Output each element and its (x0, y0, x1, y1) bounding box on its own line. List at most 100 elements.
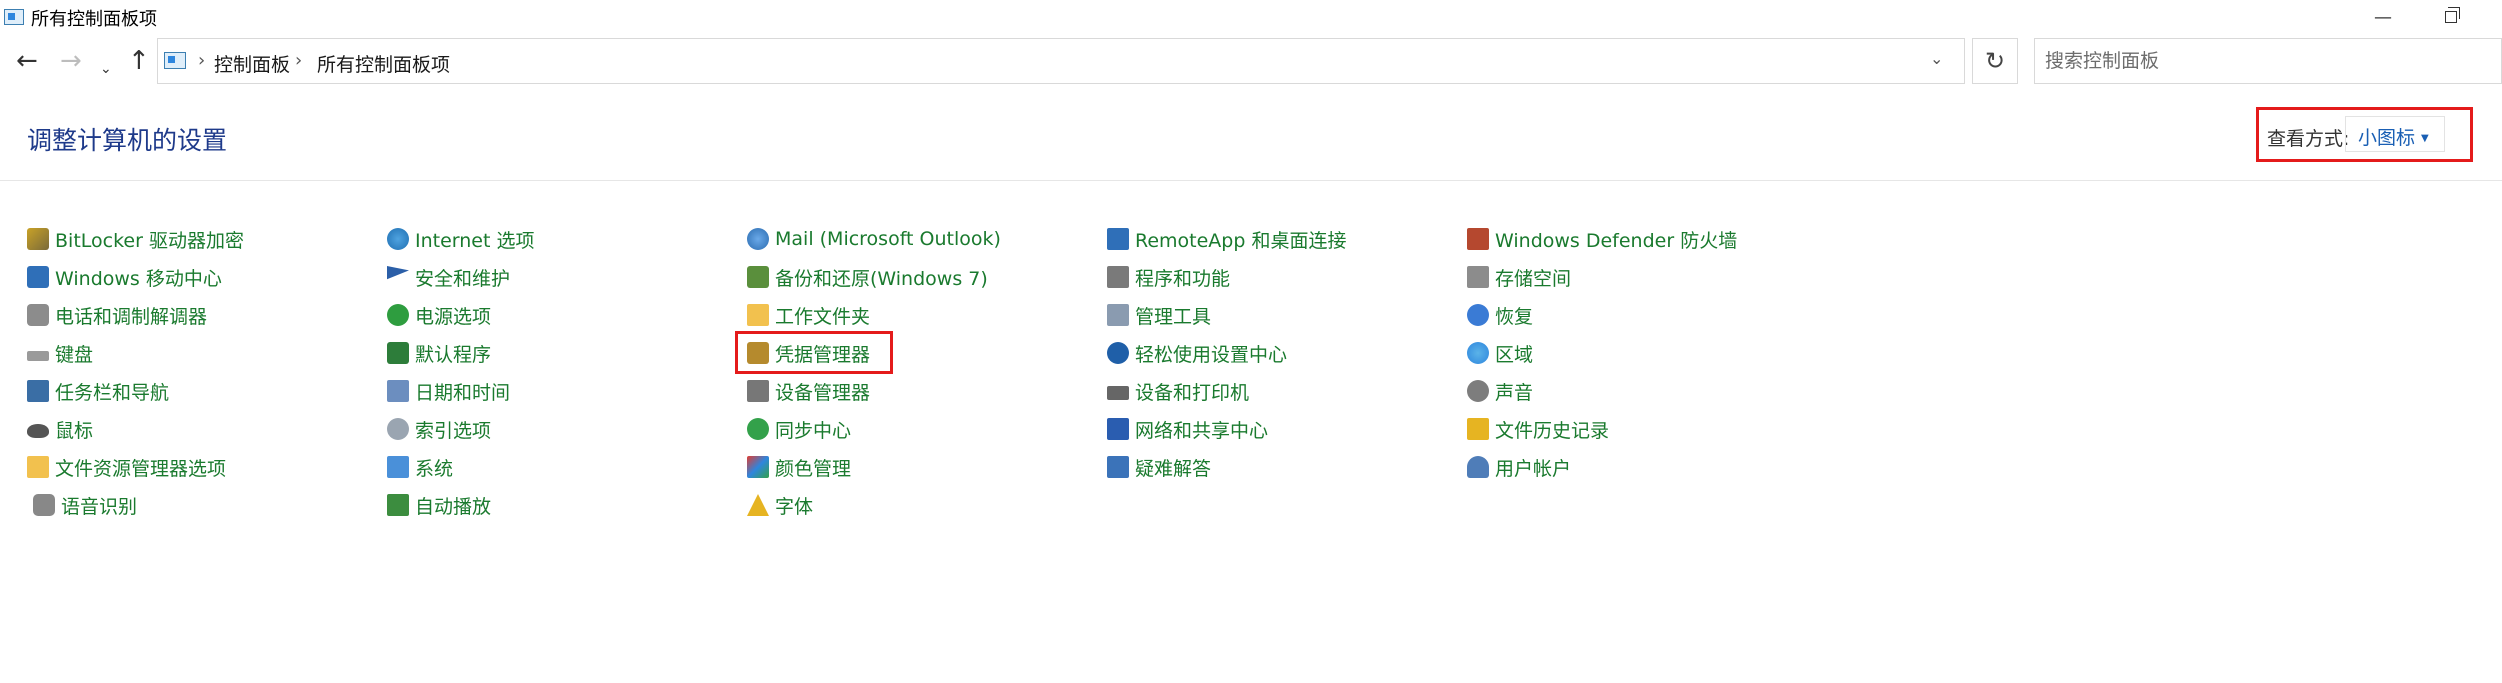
admin-tools-icon (1107, 304, 1129, 326)
view-by-dropdown[interactable]: 小图标 ▼ (2345, 116, 2445, 152)
control-panel-item-label: 恢复 (1495, 305, 1534, 328)
control-panel-item-label: Mail (Microsoft Outlook) (775, 228, 1001, 250)
control-panel-item[interactable]: Windows Defender 防火墙 (1467, 224, 1737, 254)
color-management-icon (747, 456, 769, 478)
control-panel-item-label: 电源选项 (415, 305, 492, 328)
control-panel-item[interactable]: 默认程序 (387, 338, 491, 368)
date-time-icon (387, 380, 409, 402)
control-panel-item[interactable]: 鼠标 (27, 414, 93, 444)
autoplay-icon (387, 494, 409, 516)
control-panel-item[interactable]: 备份和还原(Windows 7) (747, 262, 988, 292)
programs-features-icon (1107, 266, 1129, 288)
restore-icon (2445, 7, 2460, 23)
control-panel-item-label: 电话和调制解调器 (55, 305, 208, 328)
control-panel-item[interactable]: 电源选项 (387, 300, 491, 330)
caret-down-icon: ▼ (2421, 133, 2429, 144)
control-panel-item-label: 疑难解答 (1135, 457, 1212, 480)
control-panel-item-label: 网络和共享中心 (1135, 419, 1269, 442)
search-input[interactable] (2045, 49, 2485, 73)
control-panel-item[interactable]: 安全和维护 (387, 262, 510, 292)
control-panel-item[interactable]: 设备和打印机 (1107, 376, 1249, 406)
control-panel-item[interactable]: 键盘 (27, 338, 93, 368)
control-panel-item-label: 系统 (415, 457, 454, 480)
control-panel-item[interactable]: 字体 (747, 490, 813, 520)
breadcrumb-all-items[interactable]: 所有控制面板项 (317, 50, 450, 77)
firewall-icon (1467, 228, 1489, 250)
control-panel-item[interactable]: 设备管理器 (747, 376, 870, 406)
control-panel-item-label: Windows 移动中心 (55, 267, 222, 290)
control-panel-item-label: 管理工具 (1135, 305, 1212, 328)
forward-button[interactable]: → (60, 46, 82, 76)
control-panel-item[interactable]: 文件资源管理器选项 (27, 452, 226, 482)
control-panel-item-label: 默认程序 (415, 343, 492, 366)
folder-options-icon (27, 456, 49, 478)
search-box[interactable] (2034, 38, 2502, 84)
control-panel-item-label: 设备管理器 (775, 381, 871, 404)
up-button[interactable]: ↑ (128, 46, 150, 76)
control-panel-item-label: 日期和时间 (415, 381, 511, 404)
view-by-highlight: 查看方式: 小图标 ▼ (2256, 107, 2473, 162)
control-panel-item[interactable]: 电话和调制解调器 (27, 300, 207, 330)
control-panel-item-label: 存储空间 (1495, 267, 1572, 290)
keyboard-icon (27, 351, 49, 361)
remoteapp-icon (1107, 228, 1129, 250)
control-panel-item[interactable]: 自动播放 (387, 490, 491, 520)
control-panel-item[interactable]: Mail (Microsoft Outlook) (747, 224, 1001, 254)
chevron-right-icon[interactable]: › (198, 50, 205, 71)
control-panel-item[interactable]: 轻松使用设置中心 (1107, 338, 1287, 368)
security-flag-icon (387, 266, 409, 280)
control-panel-item[interactable]: 用户帐户 (1467, 452, 1571, 482)
back-button[interactable]: ← (16, 46, 38, 76)
refresh-icon: ↻ (1984, 47, 2006, 75)
device-manager-icon (747, 380, 769, 402)
chevron-right-icon[interactable]: › (295, 50, 302, 71)
microphone-icon (33, 494, 55, 516)
control-panel-item-label: 设备和打印机 (1135, 381, 1250, 404)
mail-icon (747, 228, 769, 250)
control-panel-item[interactable]: RemoteApp 和桌面连接 (1107, 224, 1346, 254)
internet-globe-icon (387, 228, 409, 250)
control-panel-item-label: 程序和功能 (1135, 267, 1231, 290)
control-panel-item[interactable]: Internet 选项 (387, 224, 534, 254)
control-panel-item-label: 工作文件夹 (775, 305, 871, 328)
control-panel-item[interactable]: 疑难解答 (1107, 452, 1211, 482)
control-panel-item-label: 语音识别 (61, 495, 138, 518)
control-panel-item[interactable]: 系统 (387, 452, 453, 482)
control-panel-item[interactable]: 声音 (1467, 376, 1533, 406)
control-panel-item[interactable]: 语音识别 (27, 490, 137, 520)
control-panel-icon (4, 9, 24, 25)
control-panel-item-label: 声音 (1495, 381, 1534, 404)
refresh-button[interactable]: ↻ (1972, 38, 2018, 84)
control-panel-item[interactable]: 索引选项 (387, 414, 491, 444)
restore-button[interactable] (2420, 0, 2482, 34)
control-panel-item-label: 轻松使用设置中心 (1135, 343, 1288, 366)
work-folders-icon (747, 304, 769, 326)
control-panel-item-label: 自动播放 (415, 495, 492, 518)
control-panel-item[interactable]: 管理工具 (1107, 300, 1211, 330)
control-panel-item-label: 键盘 (55, 343, 94, 366)
ease-of-access-icon (1107, 342, 1129, 364)
address-bar[interactable]: › 控制面板 › 所有控制面板项 ⌄ (157, 38, 1965, 84)
recent-locations-button[interactable]: ⌄ (100, 54, 112, 84)
chevron-down-icon[interactable]: ⌄ (1930, 49, 1943, 68)
default-programs-icon (387, 342, 409, 364)
control-panel-item[interactable]: BitLocker 驱动器加密 (27, 224, 244, 254)
control-panel-item[interactable]: 恢复 (1467, 300, 1533, 330)
control-panel-item[interactable]: 日期和时间 (387, 376, 510, 406)
control-panel-item[interactable]: 程序和功能 (1107, 262, 1230, 292)
control-panel-icon (164, 52, 186, 69)
network-icon (1107, 418, 1129, 440)
control-panel-item[interactable]: 存储空间 (1467, 262, 1571, 292)
control-panel-item[interactable]: 文件历史记录 (1467, 414, 1609, 444)
control-panel-item[interactable]: 网络和共享中心 (1107, 414, 1268, 444)
control-panel-item[interactable]: 同步中心 (747, 414, 851, 444)
control-panel-item[interactable]: Windows 移动中心 (27, 262, 222, 292)
breadcrumb-control-panel[interactable]: 控制面板 (214, 50, 290, 77)
control-panel-item[interactable]: 工作文件夹 (747, 300, 870, 330)
file-history-icon (1467, 418, 1489, 440)
control-panel-item-label: 文件历史记录 (1495, 419, 1610, 442)
control-panel-item[interactable]: 区域 (1467, 338, 1533, 368)
control-panel-item[interactable]: 任务栏和导航 (27, 376, 169, 406)
control-panel-item[interactable]: 颜色管理 (747, 452, 851, 482)
minimize-button[interactable]: — (2352, 0, 2414, 34)
